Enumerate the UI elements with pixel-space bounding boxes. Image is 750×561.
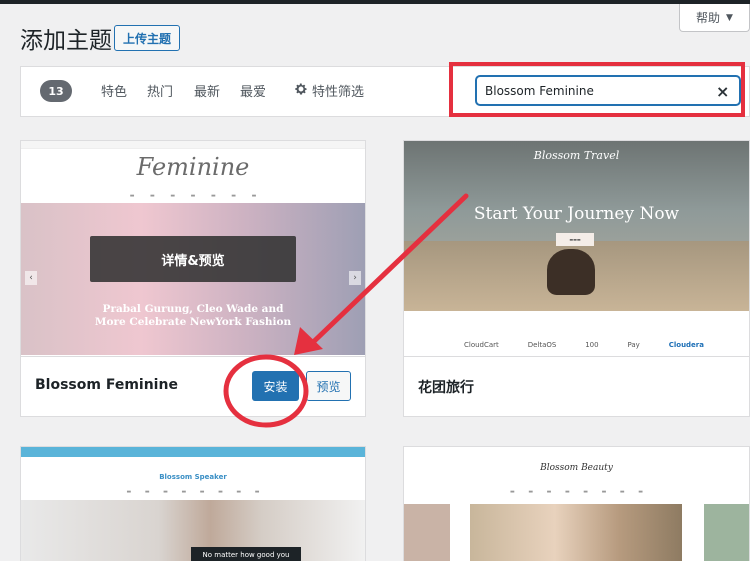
- theme-screenshot: Blossom Speaker ▬ ▬ ▬ ▬ ▬ ▬ ▬ ▬ No matte…: [21, 447, 365, 561]
- screenshot-hero-image: [470, 504, 682, 561]
- screenshot-person: [547, 249, 595, 295]
- theme-card-blossom-feminine[interactable]: Feminine ▬ ▬ ▬ ▬ ▬ ▬ ▬ 详情&预览 ‹ › Prabal …: [20, 140, 366, 417]
- screenshot-headline-line-1: Prabal Gurung, Cleo Wade and: [102, 303, 284, 315]
- screenshot-nav: ▬ ▬ ▬ ▬ ▬ ▬ ▬: [129, 193, 257, 199]
- install-button[interactable]: 安装: [252, 371, 299, 401]
- admin-top-bar: [0, 0, 750, 4]
- partner-logo: Pay: [627, 341, 640, 349]
- theme-card-footer: Blossom Feminine 安装 预览: [21, 356, 365, 416]
- theme-screenshot: Blossom Travel Start Your Journey Now ▬▬…: [404, 141, 749, 357]
- screenshot-caption: No matter how good you: [191, 547, 301, 561]
- tab-popular[interactable]: 热门: [147, 81, 173, 100]
- help-button[interactable]: 帮助 ▼: [679, 4, 750, 32]
- theme-card-footer: 花团旅行: [404, 356, 749, 416]
- partner-logo: 100: [585, 341, 599, 349]
- screenshot-top-strip: [21, 447, 365, 457]
- screenshot-logo: Blossom Travel: [533, 149, 620, 162]
- page-title: 添加主题: [20, 28, 112, 54]
- theme-screenshot: Feminine ▬ ▬ ▬ ▬ ▬ ▬ ▬ 详情&预览 ‹ › Prabal …: [21, 141, 365, 357]
- screenshot-side-image: [704, 504, 749, 561]
- screenshot-headline: Prabal Gurung, Cleo Wade and More Celebr…: [21, 303, 365, 329]
- theme-card-blossom-speaker[interactable]: Blossom Speaker ▬ ▬ ▬ ▬ ▬ ▬ ▬ ▬ No matte…: [20, 446, 366, 561]
- slider-prev-icon: ‹: [25, 271, 37, 285]
- screenshot-nav: ▬ ▬ ▬ ▬ ▬ ▬ ▬ ▬: [126, 489, 260, 495]
- theme-card-blossom-beauty[interactable]: Blossom Beauty ▬ ▬ ▬ ▬ ▬ ▬ ▬ ▬: [403, 446, 750, 561]
- partner-logo: Cloudera: [668, 341, 704, 349]
- preview-button[interactable]: 预览: [306, 371, 351, 401]
- screenshot-logo: Blossom Speaker: [159, 473, 227, 481]
- screenshot-headline-line-2: More Celebrate NewYork Fashion: [94, 316, 292, 328]
- partner-logo: CloudCart: [464, 341, 499, 349]
- feature-filter-button[interactable]: 特性筛选: [312, 81, 364, 100]
- caret-down-icon: ▼: [726, 12, 733, 23]
- tab-favorites[interactable]: 最爱: [240, 81, 266, 100]
- screenshot-logo: Feminine: [136, 153, 250, 181]
- screenshot-nav: ▬ ▬ ▬ ▬ ▬ ▬ ▬ ▬: [510, 489, 643, 495]
- theme-search-input[interactable]: [476, 76, 740, 105]
- gear-icon: [295, 83, 307, 95]
- help-label: 帮助: [696, 11, 721, 25]
- screenshot-side-image: [404, 504, 450, 561]
- slider-next-icon: ›: [349, 271, 361, 285]
- details-preview-overlay[interactable]: 详情&预览: [90, 236, 296, 282]
- screenshot-logo: Blossom Beauty: [540, 463, 613, 473]
- tab-latest[interactable]: 最新: [194, 81, 220, 100]
- theme-screenshot: Blossom Beauty ▬ ▬ ▬ ▬ ▬ ▬ ▬ ▬: [404, 447, 749, 561]
- screenshot-cta: ▬▬▬: [556, 233, 594, 246]
- screenshot-partner-logos: CloudCart DeltaOS 100 Pay Cloudera: [464, 341, 704, 349]
- theme-count-badge: 13: [40, 80, 72, 102]
- partner-logo: DeltaOS: [527, 341, 557, 349]
- tab-featured[interactable]: 特色: [101, 81, 127, 100]
- clear-search-icon[interactable]: ×: [716, 82, 729, 101]
- upload-theme-button[interactable]: 上传主题: [114, 25, 181, 51]
- screenshot-headline: Start Your Journey Now: [473, 204, 680, 224]
- theme-name: Blossom Feminine: [35, 377, 178, 393]
- theme-card-blossom-travel[interactable]: Blossom Travel Start Your Journey Now ▬▬…: [403, 140, 750, 417]
- screenshot-top-strip: [21, 141, 365, 149]
- theme-name: 花团旅行: [418, 380, 474, 396]
